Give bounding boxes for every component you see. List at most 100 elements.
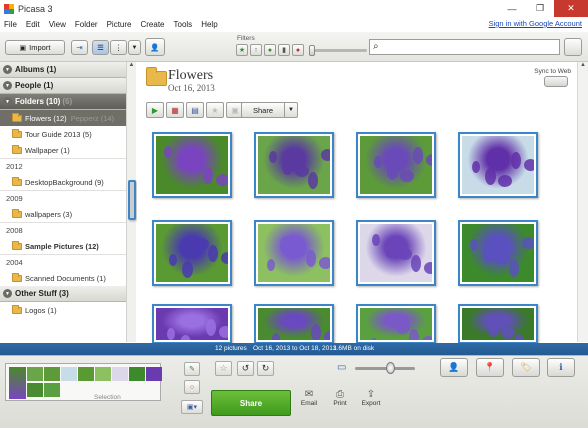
export-button[interactable]: ⇪ Export: [356, 389, 386, 407]
filter-movies-button[interactable]: ▮: [278, 44, 290, 56]
people-section[interactable]: ▼ People (1): [0, 78, 126, 94]
flower-shape: [485, 168, 496, 185]
rotate-left-button[interactable]: ↺: [237, 361, 254, 376]
photo-thumbnail[interactable]: [356, 220, 436, 286]
scroll-up-icon[interactable]: ▲: [127, 62, 136, 68]
share-dropdown-button[interactable]: ▼: [284, 102, 298, 118]
flower-shape: [306, 250, 316, 267]
library-scrollbar[interactable]: ▲: [126, 62, 136, 342]
filter-starred-button[interactable]: ★: [236, 44, 248, 56]
slider-knob[interactable]: [309, 45, 315, 56]
grid-scrollbar[interactable]: ▲: [577, 62, 588, 342]
places-pane-button[interactable]: 📍: [476, 358, 504, 377]
tags-pane-button[interactable]: 🏷: [512, 358, 540, 377]
folder-item-wallpapers[interactable]: wallpapers (3): [0, 206, 126, 222]
menu-help[interactable]: Help: [201, 20, 217, 29]
photo-thumbnail[interactable]: [356, 132, 436, 198]
folder-item-tour-guide[interactable]: Tour Guide 2013 (5): [0, 126, 126, 142]
star-button[interactable]: ★: [206, 102, 224, 118]
photo-thumbnail[interactable]: [458, 304, 538, 344]
flower-shape: [177, 153, 188, 170]
view-tree-button[interactable]: ⋮: [110, 40, 127, 55]
pin-icon: ✎: [189, 366, 195, 373]
menu-create[interactable]: Create: [140, 20, 164, 29]
menu-file[interactable]: File: [4, 20, 17, 29]
menu-tools[interactable]: Tools: [174, 20, 193, 29]
slider-knob[interactable]: [386, 362, 395, 374]
slideshow-button[interactable]: ▶: [146, 102, 164, 118]
people-account-button[interactable]: 👤: [145, 38, 165, 56]
share-tray-button[interactable]: Share: [211, 390, 291, 416]
restore-button[interactable]: ❐: [526, 0, 554, 17]
photo-thumbnail[interactable]: [254, 132, 334, 198]
tray-thumbnail[interactable]: [9, 367, 26, 399]
folder-item-wallpaper[interactable]: Wallpaper (1): [0, 142, 126, 158]
albums-section[interactable]: ▼ Albums (1): [0, 62, 126, 78]
tray-thumbnail[interactable]: [44, 367, 60, 381]
search-input[interactable]: ⌕: [369, 39, 560, 55]
import-button[interactable]: ▣ Import: [5, 40, 65, 55]
hold-button[interactable]: ✎: [184, 362, 200, 376]
photo-thumbnail[interactable]: [356, 304, 436, 344]
sign-in-link[interactable]: Sign in with Google Account: [489, 19, 582, 28]
clear-button[interactable]: ○: [184, 380, 200, 394]
tray-thumbnail[interactable]: [95, 367, 111, 381]
filter-date-slider[interactable]: [309, 45, 367, 56]
search-options-button[interactable]: [564, 38, 582, 56]
tray-thumbnail[interactable]: [146, 367, 162, 381]
tray-thumbnail[interactable]: [27, 367, 43, 381]
folder-item-flowers[interactable]: Flowers (12) Pepperz (14): [0, 110, 126, 126]
menu-edit[interactable]: Edit: [26, 20, 40, 29]
tray-thumbnail[interactable]: [78, 367, 94, 381]
menu-view[interactable]: View: [49, 20, 66, 29]
folder-manager-button[interactable]: ⇥: [71, 40, 88, 55]
filter-geotag-button[interactable]: ●: [292, 44, 304, 56]
photo-thumbnail[interactable]: [152, 304, 232, 344]
minimize-button[interactable]: —: [498, 0, 526, 17]
photo-thumbnail[interactable]: [254, 220, 334, 286]
view-dropdown-button[interactable]: ▼: [128, 40, 141, 55]
tray-thumbnail[interactable]: [27, 383, 43, 397]
year-header: 2012: [0, 158, 126, 174]
selection-tray[interactable]: Selection: [5, 363, 162, 401]
other-stuff-section[interactable]: ▼ Other Stuff (3): [0, 286, 126, 302]
photo-image: [156, 308, 228, 340]
folder-item-desktop-background[interactable]: DesktopBackground (9): [0, 174, 126, 190]
close-button[interactable]: ✕: [554, 0, 588, 17]
menu-picture[interactable]: Picture: [107, 20, 132, 29]
share-button[interactable]: Share: [241, 102, 285, 118]
folders-section[interactable]: ▼ Folders (10) (6): [0, 94, 126, 110]
flower-shape: [219, 326, 228, 338]
menu-folder[interactable]: Folder: [75, 20, 98, 29]
thumbnail-zoom-slider[interactable]: [355, 362, 415, 374]
sync-toggle[interactable]: [544, 76, 568, 87]
photo-thumbnail[interactable]: [458, 220, 538, 286]
print-button[interactable]: ⎙ Print: [325, 389, 355, 407]
movie-button[interactable]: ▤: [186, 102, 204, 118]
tray-thumbnail[interactable]: [112, 367, 128, 381]
photo-thumbnail[interactable]: [254, 304, 334, 344]
folder-item-scanned-documents[interactable]: Scanned Documents (1): [0, 270, 126, 286]
star-tray-button[interactable]: ☆: [215, 361, 232, 376]
scroll-up-icon[interactable]: ▲: [578, 62, 588, 68]
flower-shape: [524, 159, 534, 171]
folder-item-logos[interactable]: Logos (1): [0, 302, 126, 318]
rotate-right-button[interactable]: ↻: [257, 361, 274, 376]
flower-shape: [169, 254, 177, 266]
collage-button[interactable]: ▦: [166, 102, 184, 118]
tray-thumbnail[interactable]: [129, 367, 145, 381]
filter-uploaded-button[interactable]: ↑: [250, 44, 262, 56]
photo-thumbnail[interactable]: [458, 132, 538, 198]
add-to-album-button[interactable]: ▣▾: [181, 400, 203, 414]
info-pane-button[interactable]: ℹ: [547, 358, 575, 377]
people-pane-button[interactable]: 👤: [440, 358, 468, 377]
filter-people-button[interactable]: ●: [264, 44, 276, 56]
folder-item-sample-pictures[interactable]: Sample Pictures (12): [0, 238, 126, 254]
photo-thumbnail[interactable]: [152, 220, 232, 286]
tray-thumbnail[interactable]: [44, 383, 60, 397]
email-button[interactable]: ✉ Email: [294, 389, 324, 407]
scrollbar-thumb[interactable]: [128, 180, 136, 220]
tray-thumbnail[interactable]: [61, 367, 77, 381]
photo-thumbnail[interactable]: [152, 132, 232, 198]
view-list-button[interactable]: ☰: [92, 40, 109, 55]
